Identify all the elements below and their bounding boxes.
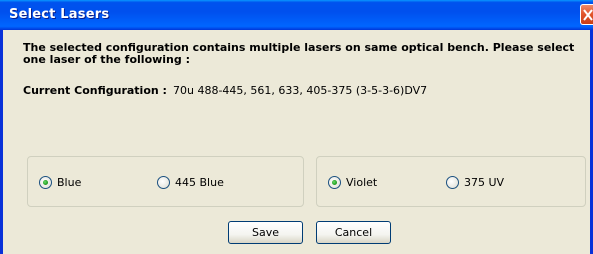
radio-blue[interactable]: Blue bbox=[39, 174, 81, 190]
cancel-button[interactable]: Cancel bbox=[316, 221, 391, 244]
radio-checked-icon bbox=[39, 175, 52, 189]
select-lasers-dialog: Select Lasers The selected configuration… bbox=[0, 0, 593, 254]
instruction-message: The selected configuration contains mult… bbox=[23, 41, 575, 66]
radio-checked-icon bbox=[328, 175, 341, 189]
close-icon bbox=[583, 9, 593, 21]
current-configuration: Current Configuration : 70u 488-445, 561… bbox=[23, 84, 427, 97]
configuration-label: Current Configuration : bbox=[23, 84, 167, 97]
radio-unchecked-icon bbox=[446, 175, 459, 189]
window-title: Select Lasers bbox=[9, 7, 110, 22]
save-button[interactable]: Save bbox=[228, 221, 303, 244]
title-bar[interactable]: Select Lasers bbox=[0, 0, 593, 30]
radio-violet[interactable]: Violet bbox=[328, 174, 377, 190]
radio-445-blue[interactable]: 445 Blue bbox=[157, 174, 224, 190]
radio-label: 375 UV bbox=[464, 175, 505, 189]
radio-label: 445 Blue bbox=[175, 175, 224, 189]
radio-label: Blue bbox=[57, 175, 82, 189]
close-button[interactable] bbox=[580, 4, 593, 25]
radio-unchecked-icon bbox=[157, 175, 170, 189]
radio-375-uv[interactable]: 375 UV bbox=[446, 174, 504, 190]
radio-label: Violet bbox=[346, 175, 378, 189]
configuration-value: 70u 488-445, 561, 633, 405-375 (3-5-3-6)… bbox=[173, 84, 428, 97]
